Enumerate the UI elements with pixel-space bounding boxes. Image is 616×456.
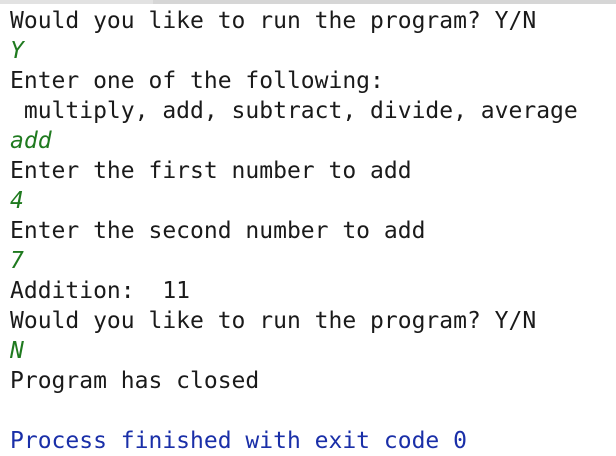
console-line-output: Addition: 11 — [10, 278, 191, 304]
console-line-output: Would you like to run the program? Y/N — [10, 308, 537, 334]
console-line-user-input: 7 — [10, 248, 24, 274]
console-line-user-input: Y — [10, 38, 24, 64]
console-line-output: Enter the first number to add — [10, 158, 412, 184]
console-line-user-input: add — [10, 128, 52, 154]
console-line-output: Enter the second number to add — [10, 218, 426, 244]
console-line-output: Program has closed — [10, 368, 260, 394]
process-exit-message: Process finished with exit code 0 — [10, 428, 467, 454]
console-line-output: Enter one of the following: — [10, 68, 384, 94]
console-line-user-input: N — [10, 338, 24, 364]
console-top-border — [0, 0, 616, 4]
console-line-output: Would you like to run the program? Y/N — [10, 8, 537, 34]
run-console-output: Would you like to run the program? Y/N Y… — [0, 0, 616, 456]
console-line-output: multiply, add, subtract, divide, average — [10, 98, 578, 124]
console-line-user-input: 4 — [10, 188, 24, 214]
